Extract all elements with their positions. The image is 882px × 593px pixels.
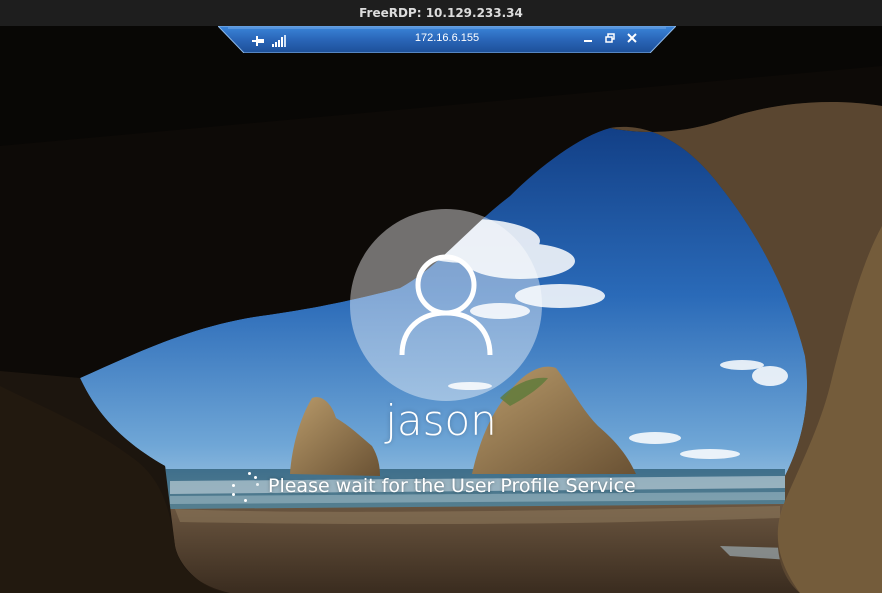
minimize-icon xyxy=(584,40,592,42)
user-silhouette-icon xyxy=(399,254,493,356)
user-avatar xyxy=(350,209,542,401)
status-row: Please wait for the User Profile Service xyxy=(226,468,636,504)
window-title: FreeRDP: 10.129.233.34 xyxy=(359,6,523,20)
close-button[interactable] xyxy=(624,30,640,46)
loading-dots-icon xyxy=(226,469,260,503)
rdp-connection-bar[interactable]: 172.16.6.155 xyxy=(218,26,676,53)
remote-desktop-viewport[interactable]: jason Please wait for the User Profile S… xyxy=(0,26,882,593)
minimize-button[interactable] xyxy=(580,30,596,46)
username-label: jason xyxy=(385,396,497,445)
status-message: Please wait for the User Profile Service xyxy=(268,475,636,497)
restore-button[interactable] xyxy=(602,30,618,46)
restore-icon xyxy=(605,33,615,43)
close-icon xyxy=(627,33,637,43)
window-titlebar[interactable]: FreeRDP: 10.129.233.34 xyxy=(0,0,882,26)
